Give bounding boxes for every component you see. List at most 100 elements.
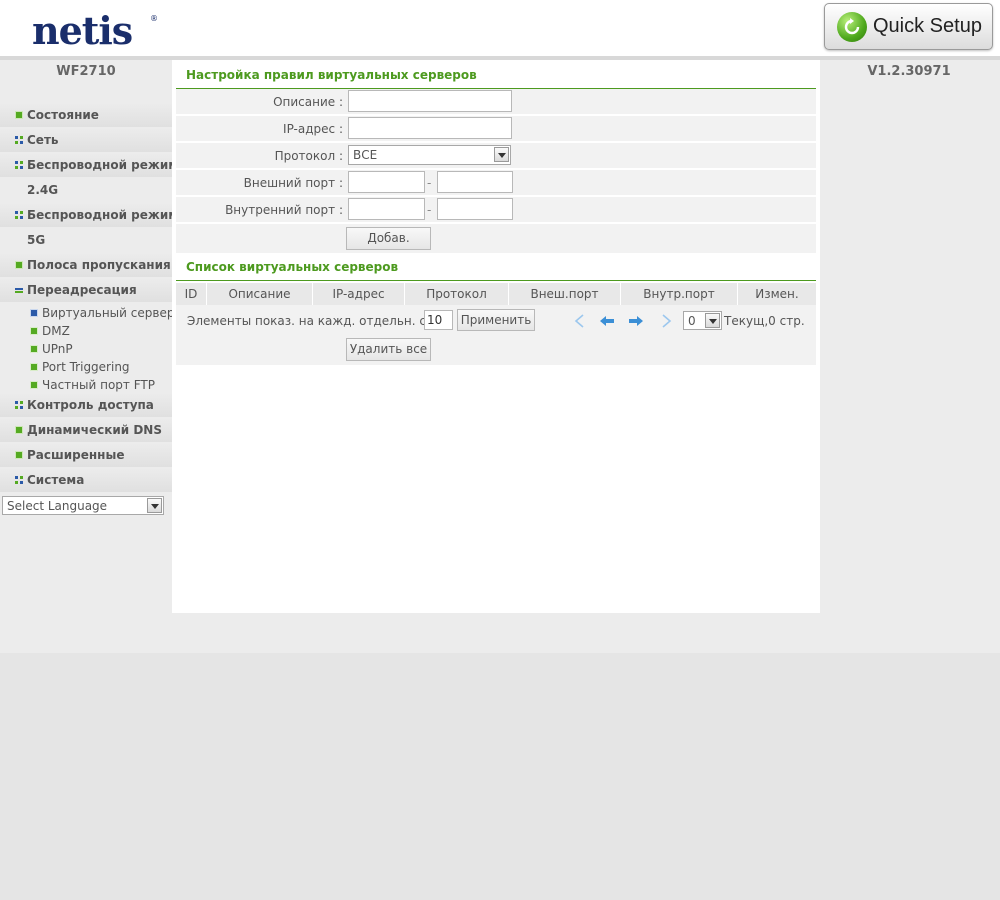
registered-mark: ® [150, 14, 158, 23]
sidebar-item-wireless-5[interactable]: Беспроводной режим [0, 203, 178, 228]
subnav-upnp[interactable]: UPnP [0, 340, 172, 358]
refresh-arrow-icon [837, 11, 867, 42]
bullet-icon [30, 363, 38, 371]
protocol-row: Протокол : ВСЕ [176, 143, 816, 169]
sidebar-item-forwarding[interactable]: Переадресация [0, 278, 172, 303]
external-port-start-input[interactable] [348, 171, 425, 193]
subnav-label: DMZ [42, 324, 70, 338]
ip-label: IP-адрес : [283, 122, 343, 136]
column-header-external-port: Внеш.порт [509, 283, 621, 305]
grid-icon [15, 211, 23, 219]
ip-address-input[interactable] [348, 117, 512, 139]
column-header-modify: Измен. [755, 287, 799, 301]
language-select-value: Select Language [7, 499, 108, 513]
column-header-id: ID [176, 283, 207, 305]
sidebar-item-system[interactable]: Система [0, 468, 172, 493]
subnav-port-triggering[interactable]: Port Triggering [0, 358, 172, 376]
sidebar-item-wireless-24-suffix[interactable]: 2.4G [0, 178, 172, 203]
sidebar-item-label: Беспроводной режим [27, 158, 179, 172]
subnav-label: Виртуальный сервер [42, 306, 175, 320]
quick-setup-button[interactable]: Quick Setup [824, 3, 993, 50]
chevron-down-icon[interactable] [494, 147, 509, 162]
grid-icon [15, 476, 23, 484]
netis-logo: netis [32, 8, 133, 53]
delete-all-button[interactable]: Удалить все [346, 338, 431, 361]
sidebar-item-status[interactable]: Состояние [0, 103, 172, 128]
subnav-label: Port Triggering [42, 360, 130, 374]
language-select[interactable]: Select Language [2, 496, 164, 515]
external-port-end-input[interactable] [437, 171, 513, 193]
external-port-label: Внешний порт : [243, 176, 343, 190]
sidebar-item-wireless-5-suffix[interactable]: 5G [0, 228, 172, 253]
page-select[interactable]: 0 [683, 311, 722, 330]
expand-plus-icon [15, 426, 23, 434]
collapse-minus-icon [15, 288, 23, 293]
add-button[interactable]: Добав. [346, 227, 431, 250]
next-page-icon[interactable] [626, 313, 646, 329]
last-page-icon[interactable] [656, 313, 676, 329]
selected-arrow-icon [30, 309, 38, 317]
expand-plus-icon [15, 261, 23, 269]
quick-setup-label: Quick Setup [873, 15, 982, 37]
table-header: ID Описание IP-адрес Протокол Внеш.порт … [176, 283, 816, 305]
subnav-virtual-server[interactable]: Виртуальный сервер [0, 304, 175, 322]
grid-icon [15, 136, 23, 144]
page-select-value: 0 [688, 314, 696, 328]
form-section-title: Настройка правил виртуальных серверов [186, 68, 477, 82]
bullet-icon [30, 327, 38, 335]
expand-plus-icon [15, 451, 23, 459]
sidebar-item-label: Переадресация [27, 283, 137, 297]
apply-button[interactable]: Применить [457, 309, 535, 331]
previous-page-icon[interactable] [597, 313, 617, 329]
external-port-row: Внешний порт : - [176, 170, 816, 196]
column-header-description: Описание [207, 283, 313, 305]
protocol-select[interactable]: ВСЕ [348, 145, 511, 165]
firmware-version: V1.2.30971 [867, 64, 951, 79]
sidebar-item-network[interactable]: Сеть [0, 128, 172, 153]
sidebar-item-bandwidth[interactable]: Полоса пропускания [0, 253, 172, 278]
sidebar-item-label: Динамический DNS [27, 423, 162, 437]
internal-port-start-input[interactable] [348, 198, 425, 220]
sidebar-item-advanced[interactable]: Расширенные [0, 443, 172, 468]
ip-row: IP-адрес : [176, 116, 816, 142]
chevron-down-icon[interactable] [705, 313, 720, 328]
current-page-label: Текущ,0 стр. [724, 314, 805, 328]
bullet-icon [30, 381, 38, 389]
sidebar-item-label: Сеть [27, 133, 59, 147]
bullet-icon [30, 345, 38, 353]
sidebar-item-label: 2.4G [27, 183, 59, 197]
sidebar-item-label: Система [27, 473, 85, 487]
internal-port-row: Внутренний порт : - [176, 197, 816, 223]
sidebar-item-access-control[interactable]: Контроль доступа [0, 393, 172, 418]
sidebar-item-wireless-24[interactable]: Беспроводной режим [0, 153, 178, 178]
expand-plus-icon [15, 111, 23, 119]
description-input[interactable] [348, 90, 512, 112]
column-header-protocol: Протокол [405, 283, 509, 305]
port-range-dash: - [427, 176, 432, 190]
chevron-down-icon[interactable] [147, 498, 162, 513]
subnav-dmz[interactable]: DMZ [0, 322, 172, 340]
subnav-ftp-private-port[interactable]: Частный порт FTP [0, 376, 172, 394]
description-row: Описание : [176, 89, 816, 115]
section-divider [176, 280, 816, 281]
first-page-icon[interactable] [570, 313, 590, 329]
header: netis ® Quick Setup [0, 0, 1000, 56]
column-header-internal-port: Внутр.порт [621, 283, 738, 305]
grid-icon [15, 401, 23, 409]
per-page-label: Элементы показ. на кажд. отдельн. стр. [187, 314, 445, 328]
internal-port-end-input[interactable] [437, 198, 513, 220]
sidebar-item-label: Контроль доступа [27, 398, 154, 412]
per-page-input[interactable]: 10 [424, 310, 453, 330]
subnav-label: Частный порт FTP [42, 378, 155, 392]
add-row: Добав. [176, 224, 816, 254]
sidebar-item-ddns[interactable]: Динамический DNS [0, 418, 172, 443]
internal-port-label: Внутренний порт : [225, 203, 343, 217]
sidebar-item-label: 5G [27, 233, 46, 247]
model-name: WF2710 [56, 64, 116, 79]
protocol-select-value: ВСЕ [353, 148, 378, 162]
column-header-ip: IP-адрес [313, 283, 405, 305]
sidebar-item-label: Беспроводной режим [27, 208, 179, 222]
sidebar-item-label: Состояние [27, 108, 99, 122]
subnav-label: UPnP [42, 342, 73, 356]
list-section-title: Список виртуальных серверов [186, 260, 399, 274]
